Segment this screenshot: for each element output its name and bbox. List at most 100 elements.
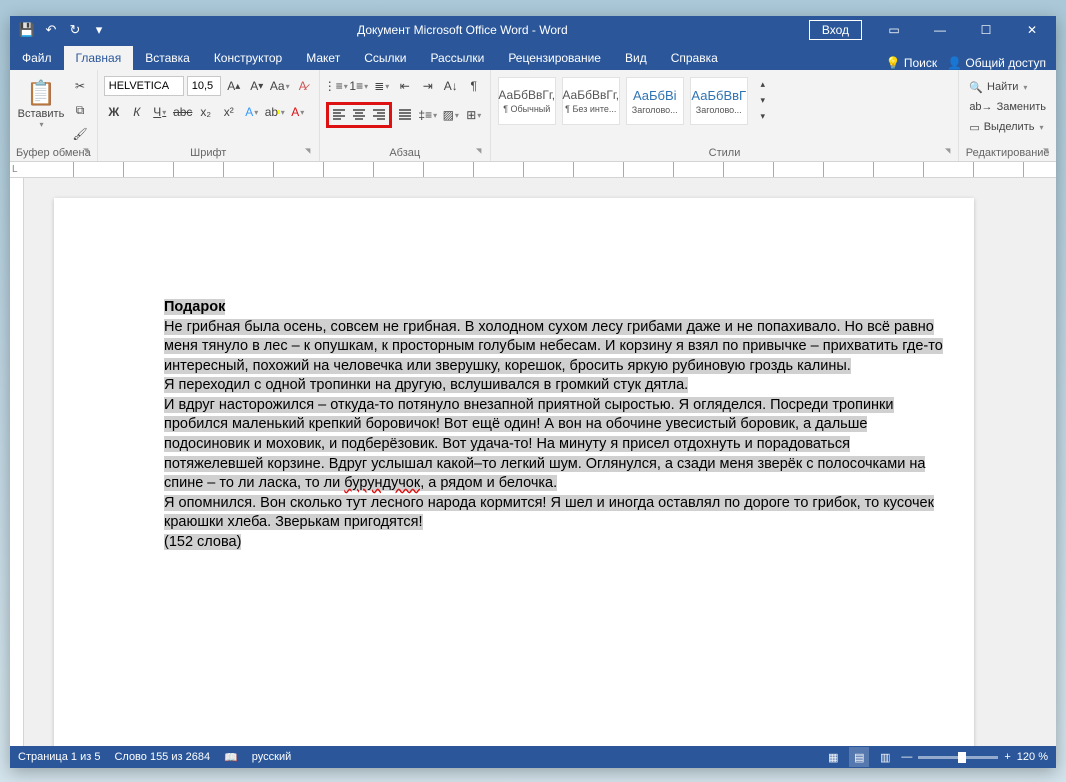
bullets-button[interactable]: ⋮≡▾: [326, 76, 346, 96]
decrease-indent-button[interactable]: ⇤: [395, 76, 415, 96]
line-spacing-button[interactable]: ‡≡▾: [418, 105, 438, 125]
shrink-font-button[interactable]: A▾: [247, 76, 267, 96]
signin-button[interactable]: Вход: [809, 20, 862, 40]
doc-p1: Не грибная была осень, совсем не грибная…: [164, 319, 943, 374]
style-heading1[interactable]: АаБбВіЗаголово...: [626, 77, 684, 125]
select-button[interactable]: ▭ Выделить▾: [969, 118, 1046, 136]
minimize-button[interactable]: —: [918, 16, 962, 44]
find-button[interactable]: 🔍 Найти▾: [969, 78, 1046, 96]
cut-button[interactable]: ✂: [70, 76, 90, 96]
clear-format-button[interactable]: A̷: [293, 76, 313, 96]
zoom-in-button[interactable]: +: [1004, 751, 1010, 763]
change-case-button[interactable]: Aa▾: [270, 76, 290, 96]
tell-me-search[interactable]: 💡 Поиск: [886, 56, 938, 70]
font-size-input[interactable]: [187, 76, 221, 96]
maximize-button[interactable]: ☐: [964, 16, 1008, 44]
show-marks-button[interactable]: ¶: [464, 76, 484, 96]
style-normal[interactable]: АаБбВвГг,¶ Обычный: [498, 77, 556, 125]
align-right-button[interactable]: [369, 105, 389, 125]
editing-label: Редактирование: [965, 145, 1050, 161]
view-web-button[interactable]: ▥: [875, 747, 895, 767]
styles-scroll-down[interactable]: ▾: [753, 92, 773, 108]
status-proofing-icon[interactable]: 📖: [224, 751, 238, 764]
doc-p3b: бурундучок: [344, 475, 420, 491]
tab-references[interactable]: Ссылки: [352, 46, 418, 70]
borders-button[interactable]: ⊞▾: [464, 105, 484, 125]
tab-view[interactable]: Вид: [613, 46, 659, 70]
sort-button[interactable]: A↓: [441, 76, 461, 96]
align-left-button[interactable]: [329, 105, 349, 125]
share-button[interactable]: 👤 Общий доступ: [947, 56, 1046, 70]
qat-customize[interactable]: ▾: [88, 19, 110, 41]
tab-layout[interactable]: Макет: [294, 46, 352, 70]
styles-more[interactable]: ▾: [753, 108, 773, 124]
shading-button[interactable]: ▨▾: [441, 105, 461, 125]
group-font: A▴ A▾ Aa▾ A̷ Ж К Ч▾ abc x₂ x² A▾ ab▾ A▾: [98, 70, 320, 161]
zoom-out-button[interactable]: —: [901, 751, 912, 763]
tab-home[interactable]: Главная: [64, 46, 134, 70]
doc-p5: (152 слова): [164, 534, 241, 550]
style-heading2[interactable]: АаБбВвГЗаголово...: [690, 77, 748, 125]
styles-scroll-up[interactable]: ▴: [753, 76, 773, 92]
strike-button[interactable]: abc: [173, 102, 193, 122]
tab-file[interactable]: Файл: [10, 46, 64, 70]
status-words[interactable]: Слово 155 из 2684: [114, 751, 210, 763]
zoom-slider[interactable]: [918, 756, 998, 759]
underline-button[interactable]: Ч▾: [150, 102, 170, 122]
format-painter-button[interactable]: 🖌: [70, 124, 90, 144]
statusbar: Страница 1 из 5 Слово 155 из 2684 📖 русс…: [10, 746, 1056, 768]
grow-font-button[interactable]: A▴: [224, 76, 244, 96]
align-center-button[interactable]: [349, 105, 369, 125]
page[interactable]: Подарок Не грибная была осень, совсем не…: [54, 198, 974, 746]
ribbon: 📋 Вставить▾ ✂ ⧉ 🖌 Буфер обмена A▴ A▾ Aa: [10, 70, 1056, 162]
tab-review[interactable]: Рецензирование: [496, 46, 613, 70]
zoom-level[interactable]: 120 %: [1017, 751, 1048, 763]
redo-button[interactable]: ↻: [64, 19, 86, 41]
close-button[interactable]: ✕: [1010, 16, 1054, 44]
italic-button[interactable]: К: [127, 102, 147, 122]
style-no-spacing[interactable]: АаБбВвГг,¶ Без инте...: [562, 77, 620, 125]
group-paragraph: ⋮≡▾ 1≡▾ ≣▾ ⇤ ⇥ A↓ ¶ ‡≡▾ ▨▾: [320, 70, 491, 161]
font-color-button[interactable]: A▾: [288, 102, 308, 122]
numbering-button[interactable]: 1≡▾: [349, 76, 369, 96]
doc-p3c: , а рядом и белочка.: [420, 475, 557, 491]
subscript-button[interactable]: x₂: [196, 102, 216, 122]
text-effects-button[interactable]: A▾: [242, 102, 262, 122]
ribbon-tabs: Файл Главная Вставка Конструктор Макет С…: [10, 44, 1056, 70]
horizontal-ruler[interactable]: L: [10, 162, 1056, 178]
clipboard-icon: 📋: [26, 79, 56, 108]
page-scroll[interactable]: Подарок Не грибная была осень, совсем не…: [24, 178, 1056, 746]
vertical-ruler[interactable]: [10, 178, 24, 746]
superscript-button[interactable]: x²: [219, 102, 239, 122]
alignment-highlight: [326, 102, 392, 128]
undo-button[interactable]: ↶: [40, 19, 62, 41]
group-styles: АаБбВвГг,¶ Обычный АаБбВвГг,¶ Без инте..…: [491, 70, 960, 161]
increase-indent-button[interactable]: ⇥: [418, 76, 438, 96]
tab-help[interactable]: Справка: [659, 46, 730, 70]
window-title: Документ Microsoft Office Word - Word: [116, 23, 809, 37]
tab-mailings[interactable]: Рассылки: [418, 46, 496, 70]
styles-label: Стили: [497, 145, 953, 161]
copy-button[interactable]: ⧉: [70, 100, 90, 120]
multilevel-button[interactable]: ≣▾: [372, 76, 392, 96]
view-read-button[interactable]: ▦: [823, 747, 843, 767]
doc-p2: Я переходил с одной тропинки на другую, …: [164, 377, 688, 393]
status-page[interactable]: Страница 1 из 5: [18, 751, 100, 763]
font-label: Шрифт: [104, 145, 313, 161]
highlight-button[interactable]: ab▾: [265, 102, 285, 122]
tab-design[interactable]: Конструктор: [202, 46, 294, 70]
titlebar: 💾 ↶ ↻ ▾ Документ Microsoft Office Word -…: [10, 16, 1056, 44]
ribbon-options-button[interactable]: ▭: [872, 16, 916, 44]
document-area: Подарок Не грибная была осень, совсем не…: [10, 178, 1056, 746]
font-name-input[interactable]: [104, 76, 184, 96]
justify-button[interactable]: [395, 105, 415, 125]
save-button[interactable]: 💾: [16, 19, 38, 41]
doc-title: Подарок: [164, 299, 225, 315]
clipboard-label: Буфер обмена: [16, 145, 91, 161]
replace-button[interactable]: ab→ Заменить: [969, 98, 1046, 116]
status-language[interactable]: русский: [252, 751, 291, 763]
bold-button[interactable]: Ж: [104, 102, 124, 122]
view-print-button[interactable]: ▤: [849, 747, 869, 767]
paste-button[interactable]: 📋 Вставить▾: [16, 72, 66, 136]
tab-insert[interactable]: Вставка: [133, 46, 202, 70]
